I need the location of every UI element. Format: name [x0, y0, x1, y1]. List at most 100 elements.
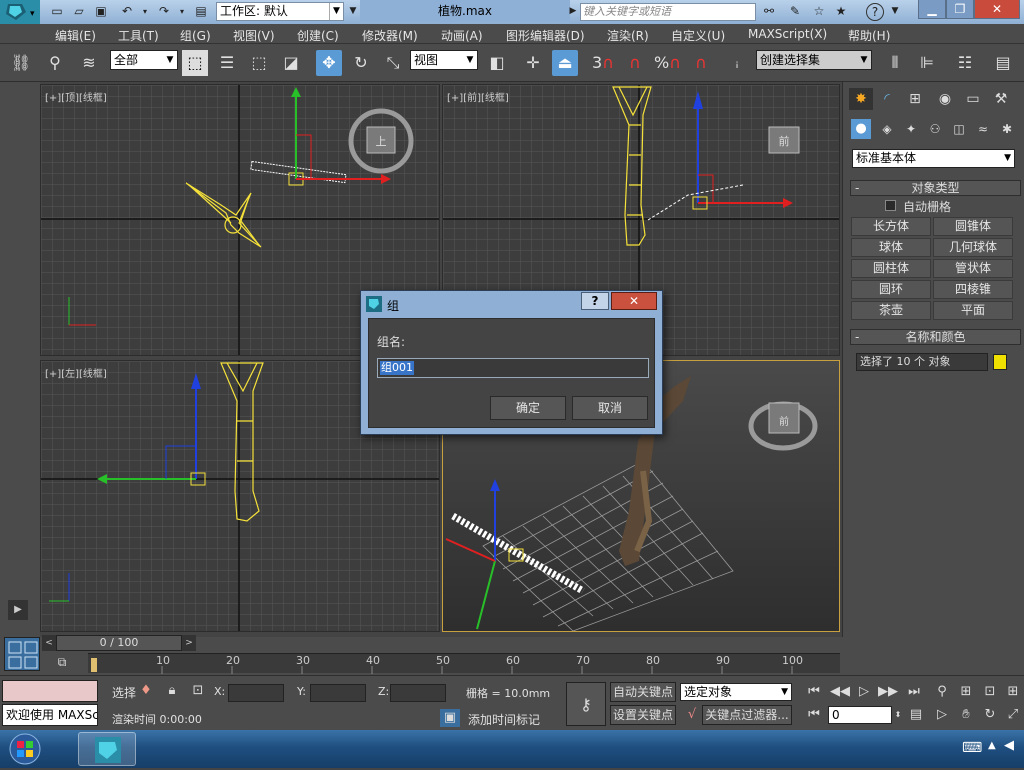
zoom-icon[interactable]: ⚲ [932, 683, 952, 701]
next-key-icon[interactable]: ▶▶ [878, 683, 898, 701]
binoculars-icon[interactable]: ⚯ [760, 3, 778, 20]
time-tag-icon[interactable]: ▣ [440, 709, 460, 727]
favorites-star-icon[interactable]: ★ [832, 3, 850, 20]
spinner-snap-icon[interactable]: ∩ [688, 50, 714, 76]
mini-curve-editor-icon[interactable]: ⧉ [50, 655, 74, 673]
key-filters-button[interactable]: 关键点过滤器... [702, 705, 792, 725]
mirror-icon[interactable]: ⫴ [882, 50, 908, 76]
lights-category-icon[interactable]: ✦ [901, 119, 921, 139]
field-of-view-icon[interactable]: ▷ [932, 706, 952, 724]
z-coord-field[interactable] [390, 684, 446, 702]
pyramid-button[interactable]: 四棱锥 [933, 280, 1013, 299]
tube-button[interactable]: 管状体 [933, 259, 1013, 278]
time-config-icon[interactable]: ▤ [906, 706, 926, 724]
menu-tools[interactable]: 工具(T) [118, 27, 159, 44]
add-time-tag[interactable]: 添加时间标记 [468, 711, 540, 728]
align-icon[interactable]: ⊫ [914, 50, 940, 76]
communication-center-icon[interactable]: ☆ [810, 3, 828, 20]
spacewarps-category-icon[interactable]: ≈ [973, 119, 993, 139]
shapes-category-icon[interactable]: ◈ [877, 119, 897, 139]
select-rotate-icon[interactable]: ↻ [348, 50, 374, 76]
app-logo-icon[interactable]: ▾ [0, 0, 40, 24]
key-filter-icon[interactable]: √ [682, 706, 702, 724]
select-manipulate-icon[interactable]: ✛ [520, 50, 546, 76]
minimize-button[interactable]: ▁ [918, 0, 946, 19]
menu-modifiers[interactable]: 修改器(M) [362, 27, 418, 44]
sphere-button[interactable]: 球体 [851, 238, 931, 257]
selection-filter-dropdown[interactable]: 全部 ▼ [110, 50, 178, 70]
save-file-icon[interactable]: ▣ [92, 3, 110, 20]
help-icon[interactable]: ? [866, 3, 884, 21]
menu-create[interactable]: 创建(C) [297, 27, 339, 44]
percent-snap-icon[interactable]: %∩ [654, 50, 681, 76]
zoom-all-icon[interactable]: ⊞ [956, 683, 976, 701]
close-window-button[interactable]: ✕ [974, 0, 1020, 19]
viewport-layout-icon[interactable] [4, 637, 40, 671]
orbit-icon[interactable]: ↻ [980, 706, 1000, 724]
new-file-icon[interactable]: ▭ [48, 3, 66, 20]
track-bar[interactable]: 10 20 30 40 50 60 70 80 90 100 [88, 653, 840, 674]
current-frame-field[interactable]: 0 [828, 706, 892, 724]
maximize-viewport-icon[interactable]: ⤢ [1003, 706, 1023, 724]
menu-maxscript[interactable]: MAXScript(X) [748, 27, 827, 41]
search-input[interactable]: 键入关键字或短语 [580, 3, 756, 21]
key-mode-dropdown[interactable]: 选定对象 ▼ [680, 683, 792, 701]
dialog-help-button[interactable]: ? [581, 292, 609, 310]
layer-manager-icon[interactable]: ☷ [952, 50, 978, 76]
maxscript-mini-listener[interactable]: 欢迎使用 MAXSc [2, 704, 98, 726]
redo-icon[interactable]: ↷ [155, 3, 173, 20]
help-dropdown-icon[interactable]: ▼ [886, 3, 904, 20]
cylinder-button[interactable]: 圆柱体 [851, 259, 931, 278]
workspace-dropdown[interactable]: 工作区: 默认 ▼ [216, 2, 344, 21]
prev-key-icon[interactable]: ◀◀ [830, 683, 850, 701]
menu-views[interactable]: 视图(V) [233, 27, 275, 44]
viewport-left-label[interactable]: [+][左][线框] [45, 365, 107, 380]
cancel-button[interactable]: 取消 [572, 396, 648, 420]
auto-key-button[interactable]: 自动关键点 [610, 682, 676, 702]
hierarchy-tab-icon[interactable]: ⊞ [903, 88, 927, 110]
edit-named-selection-icon[interactable]: ꜟ [724, 50, 750, 76]
redo-dropdown-icon[interactable]: ▾ [173, 3, 191, 20]
taskbar-3dsmax-app[interactable] [78, 732, 136, 766]
absolute-offset-icon[interactable]: ⊡ [188, 682, 208, 700]
name-color-rollout[interactable]: - 名称和颜色 [850, 329, 1021, 345]
next-frame-button[interactable]: > [182, 635, 196, 651]
object-color-swatch[interactable] [993, 354, 1007, 370]
object-name-field[interactable]: 选择了 10 个 对象 [856, 353, 988, 371]
menu-animation[interactable]: 动画(A) [441, 27, 483, 44]
volume-tray-icon[interactable]: ◀︎ [1004, 738, 1014, 753]
geosphere-button[interactable]: 几何球体 [933, 238, 1013, 257]
keyboard-tray-icon[interactable]: ⌨ [962, 740, 982, 756]
time-slider[interactable]: 0 / 100 [56, 635, 182, 651]
goto-start-icon[interactable]: ⏮ [804, 683, 824, 701]
frame-spinner-icon[interactable]: ⬍ [893, 706, 903, 724]
group-name-input[interactable]: 组001 [377, 358, 649, 378]
menu-rendering[interactable]: 渲染(R) [607, 27, 649, 44]
x-coord-field[interactable] [228, 684, 284, 702]
viewport-top-label[interactable]: [+][顶][线框] [45, 89, 107, 104]
menu-edit[interactable]: 编辑(E) [55, 27, 96, 44]
expand-sidebar-icon[interactable]: ▶ [8, 600, 28, 620]
dialog-close-button[interactable]: ✕ [611, 292, 657, 310]
open-file-icon[interactable]: ▱ [70, 3, 88, 20]
ok-button[interactable]: 确定 [490, 396, 566, 420]
undo-dropdown-icon[interactable]: ▾ [136, 3, 154, 20]
snaps-toggle-icon[interactable]: 3∩ [590, 50, 616, 76]
bind-space-warp-icon[interactable]: ≋ [76, 50, 102, 76]
ribbon-toggle-icon[interactable]: ▤ [990, 50, 1016, 76]
menu-help[interactable]: 帮助(H) [848, 27, 890, 44]
show-hidden-icons[interactable]: ▲ [988, 740, 996, 751]
cameras-category-icon[interactable]: ⚇ [925, 119, 945, 139]
goto-end-icon[interactable]: ⏭ [904, 683, 924, 701]
utilities-tab-icon[interactable]: ⚒ [989, 88, 1013, 110]
zoom-extents-icon[interactable]: ⊡ [980, 683, 1000, 701]
display-tab-icon[interactable]: ▭ [961, 88, 985, 110]
primitive-type-dropdown[interactable]: 标准基本体 ▼ [852, 149, 1015, 168]
create-tab-icon[interactable]: ✸ [849, 88, 873, 110]
selection-lock-icon[interactable]: 🔒︎ [162, 682, 182, 700]
select-scale-icon[interactable]: ⤡ [380, 50, 406, 76]
project-folder-icon[interactable]: ▤ [192, 3, 210, 20]
angle-snap-icon[interactable]: ∩ [622, 50, 648, 76]
select-move-icon[interactable]: ✥ [316, 50, 342, 76]
undo-icon[interactable]: ↶ [118, 3, 136, 20]
